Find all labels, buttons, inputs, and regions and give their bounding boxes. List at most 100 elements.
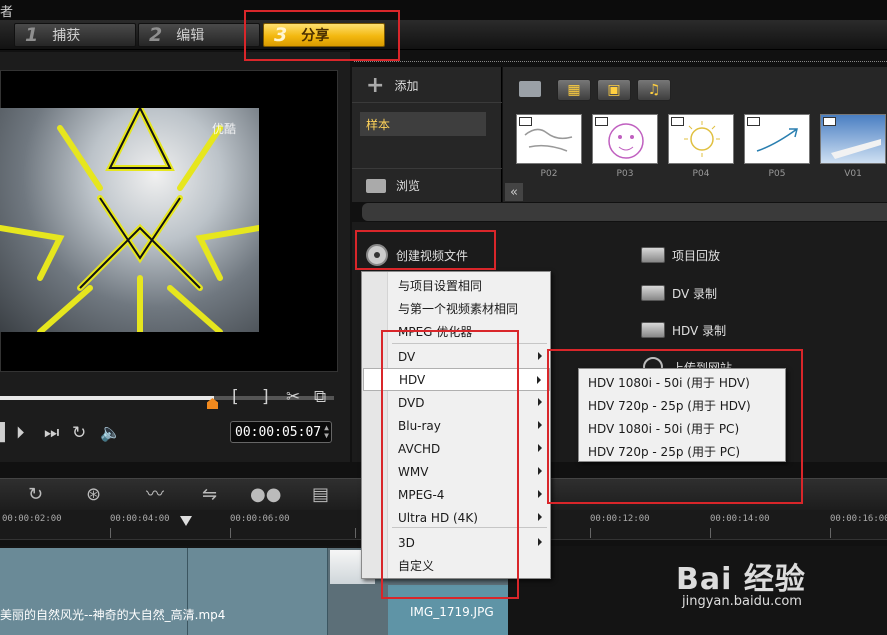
timecode-field[interactable]: 00:00:05:07 ▲ ▼ xyxy=(230,421,332,443)
ruler-tick xyxy=(830,528,831,538)
hdv-submenu: HDV 1080i - 50i (用于 HDV) HDV 720p - 25p (… xyxy=(578,368,786,462)
submenu-item-hdv-3[interactable]: HDV 1080i - 50i (用于 PC) xyxy=(580,417,784,440)
menu-item-label: HDV xyxy=(399,372,426,387)
submenu-arrow-icon xyxy=(538,421,542,429)
thumbnail-label: P05 xyxy=(768,169,786,179)
volume-icon[interactable]: 🔈 xyxy=(100,424,121,442)
menu-separator xyxy=(392,343,547,344)
submenu-item-hdv-1[interactable]: HDV 1080i - 50i (用于 HDV) xyxy=(580,371,784,394)
browse-icon xyxy=(366,178,386,193)
thumbnail-p02[interactable] xyxy=(516,114,582,164)
repeat-icon[interactable]: ↻ xyxy=(72,424,86,442)
create-video-menu: 与项目设置相同与第一个视频素材相同 MPEG 优化器 DV HDV DVD Blu-ray… xyxy=(361,271,551,579)
spinner-icon[interactable]: ▲ ▼ xyxy=(324,424,329,440)
browse-button[interactable]: 浏览 xyxy=(352,168,502,202)
video-clip[interactable]: 美丽的自然风光--神奇的大自然_高清.mp4 xyxy=(0,548,328,635)
filter-video-button[interactable]: ▦ xyxy=(557,79,591,101)
scrub-progress[interactable] xyxy=(0,396,214,400)
menu-item-0[interactable]: 与项目设置相同 xyxy=(363,274,550,297)
playback-icon xyxy=(641,247,665,263)
media-badge-icon xyxy=(747,117,760,126)
project-playback-label: 项目回放 xyxy=(672,248,721,263)
step-bar: 1 捕获 2 编辑 3 分享 xyxy=(0,20,887,50)
menu-item-12[interactable]: 自定义 xyxy=(363,554,550,577)
menu-item-dv[interactable]: DV xyxy=(363,345,550,368)
baidu-watermark: Bai 经验 jingyan.baidu.com xyxy=(676,548,886,628)
media-badge-icon xyxy=(671,117,684,126)
photo-icon: ▣ xyxy=(607,82,621,98)
create-video-file-button[interactable]: 创建视频文件 xyxy=(364,244,468,266)
tab-capture[interactable]: 1 捕获 xyxy=(14,23,136,47)
library-sidebar: + 添加 样本 浏览 xyxy=(352,67,502,202)
browse-label: 浏览 xyxy=(396,179,421,193)
film-icon: ▦ xyxy=(567,82,581,98)
menu-item-label: 3D xyxy=(398,535,415,550)
thumbnail-p03[interactable] xyxy=(592,114,658,164)
auto-music-icon[interactable]: ⇋ xyxy=(202,485,217,505)
motion-track-icon[interactable]: ●● xyxy=(250,485,281,505)
menu-item-avchd[interactable]: AVCHD xyxy=(363,437,550,460)
menu-item-3d[interactable]: 3D xyxy=(363,531,550,554)
menu-item-ultra-hd-4k[interactable]: Ultra HD (4K) xyxy=(363,506,550,529)
menu-item-label: AVCHD xyxy=(398,441,441,456)
menu-item-dvd[interactable]: DVD xyxy=(363,391,550,414)
add-folder-button[interactable]: + 添加 xyxy=(352,69,502,103)
project-playback-button[interactable]: 项目回放 xyxy=(640,244,720,266)
thumbnail-label: V01 xyxy=(844,169,862,179)
submenu-arrow-icon xyxy=(538,467,542,475)
menu-item-label: 自定义 xyxy=(398,559,435,573)
audio-wave-icon[interactable]: 〰 xyxy=(146,485,164,505)
playhead-marker[interactable] xyxy=(180,516,192,526)
thumbnail-p04[interactable] xyxy=(668,114,734,164)
submenu-arrow-icon xyxy=(538,444,542,452)
copy-clip-icon[interactable]: ⧉ xyxy=(314,388,326,406)
redo-icon[interactable]: ↻ xyxy=(28,485,43,505)
prev-frame-icon[interactable]: ▍ xyxy=(0,424,13,442)
step-label: 编辑 xyxy=(176,28,205,44)
menu-item-label: DVD xyxy=(398,395,425,410)
image-clip-name: IMG_1719.JPG xyxy=(410,605,494,619)
media-badge-icon xyxy=(519,117,532,126)
record-capture-icon[interactable]: ⊛ xyxy=(86,485,101,505)
ruler-label: 00:00:02:00 xyxy=(2,514,62,524)
filter-audio-button[interactable]: ♫ xyxy=(637,79,671,101)
menu-item-label: 与第一个视频素材相同 xyxy=(398,302,519,316)
step-forward-icon[interactable]: ⏵ xyxy=(16,424,25,442)
hdv-record-button[interactable]: HDV 录制 xyxy=(640,319,726,341)
menu-item-label: MPEG-4 xyxy=(398,487,445,502)
collapse-library-button[interactable]: « xyxy=(505,183,523,201)
step-number: 3 xyxy=(274,24,288,46)
tab-edit[interactable]: 2 编辑 xyxy=(138,23,260,47)
dv-record-label: DV 录制 xyxy=(672,286,718,301)
mark-out-icon[interactable]: ] xyxy=(262,388,269,406)
library-scrollbar[interactable] xyxy=(362,203,887,221)
dv-record-button[interactable]: DV 录制 xyxy=(640,282,717,304)
folder-icon[interactable] xyxy=(519,81,541,97)
tab-share[interactable]: 3 分享 xyxy=(263,23,385,47)
filter-photo-button[interactable]: ▣ xyxy=(597,79,631,101)
menu-item-mpeg[interactable]: MPEG 优化器 xyxy=(363,320,550,343)
step-label: 捕获 xyxy=(52,28,81,44)
menu-item-1[interactable]: 与第一个视频素材相同 xyxy=(363,297,550,320)
menu-item-blu-ray[interactable]: Blu-ray xyxy=(363,414,550,437)
menu-item-mpeg-4[interactable]: MPEG-4 xyxy=(363,483,550,506)
video-frame: 优酷 xyxy=(0,108,259,332)
image-clip-body[interactable]: IMG_1719.JPG xyxy=(388,585,508,635)
thumbnail-label: P04 xyxy=(692,169,710,179)
submenu-item-hdv-2[interactable]: HDV 720p - 25p (用于 HDV) xyxy=(580,394,784,417)
mark-in-icon[interactable]: [ xyxy=(232,388,239,406)
step-label: 分享 xyxy=(301,28,330,44)
thumbnail-p05[interactable] xyxy=(744,114,810,164)
ruler-tick xyxy=(110,528,111,538)
thumbnail-v01[interactable] xyxy=(820,114,886,164)
media-badge-icon xyxy=(595,117,608,126)
skip-end-icon[interactable]: ⏭ xyxy=(44,424,59,442)
plus-icon: + xyxy=(366,73,385,98)
menu-item-wmv[interactable]: WMV xyxy=(363,460,550,483)
menu-separator xyxy=(392,527,547,528)
menu-item-hdv[interactable]: HDV xyxy=(363,368,550,391)
sidebar-item-sample[interactable]: 样本 xyxy=(360,112,486,136)
submenu-item-hdv-4[interactable]: HDV 720p - 25p (用于 PC) xyxy=(580,440,784,463)
subtitle-icon[interactable]: ▤ xyxy=(312,485,329,505)
scissors-icon[interactable]: ✂ xyxy=(286,388,300,406)
